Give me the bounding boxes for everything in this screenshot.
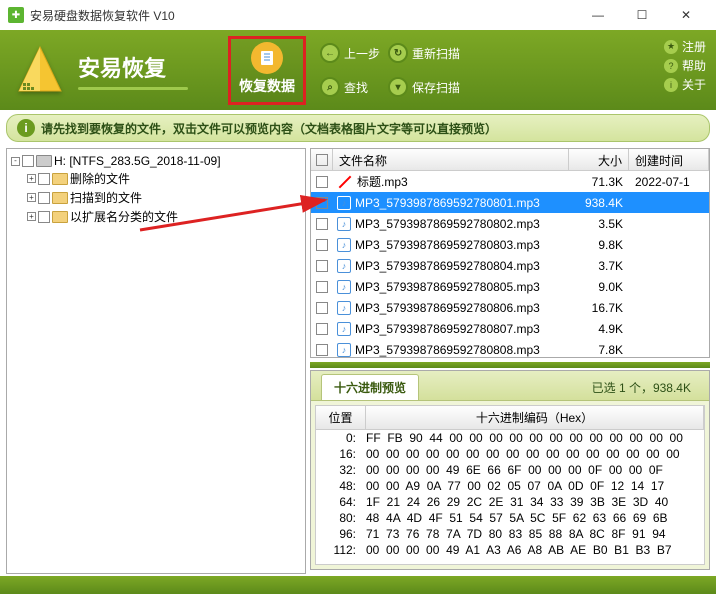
window-title: 安易硬盘数据恢复软件 V10 bbox=[30, 7, 576, 24]
music-icon: ♪ bbox=[337, 322, 351, 336]
rescan-button[interactable]: ↻重新扫描 bbox=[388, 43, 460, 63]
col-pos: 位置 bbox=[316, 406, 366, 429]
checkbox[interactable] bbox=[316, 197, 328, 209]
checkbox-all[interactable] bbox=[316, 154, 328, 166]
music-icon: ♪ bbox=[337, 343, 351, 357]
file-row[interactable]: ♪MP3_5793987869592780805.mp39.0K bbox=[311, 276, 709, 297]
file-row[interactable]: ♪MP3_5793987869592780806.mp316.7K bbox=[311, 297, 709, 318]
search-icon: ⌕ bbox=[320, 77, 340, 97]
brand: 安易恢复 bbox=[78, 51, 208, 90]
hex-row: 0:FF FB 90 44 00 00 00 00 00 00 00 00 00… bbox=[316, 430, 704, 446]
expand-icon[interactable]: + bbox=[27, 212, 36, 221]
col-date[interactable]: 创建时间 bbox=[629, 149, 709, 170]
checkbox[interactable] bbox=[316, 344, 328, 356]
expand-icon[interactable]: + bbox=[27, 174, 36, 183]
checkbox[interactable] bbox=[38, 173, 50, 185]
music-icon: ♪ bbox=[337, 217, 351, 231]
main-toolbar: 安易恢复 恢复数据 ←上一步 ⌕查找 ↻重新扫描 ▾保存扫描 ★注册 ?帮助 i… bbox=[0, 30, 716, 110]
info-icon: i bbox=[17, 119, 35, 137]
folder-icon bbox=[52, 192, 68, 204]
music-icon: ♪ bbox=[337, 196, 351, 210]
folder-icon bbox=[52, 173, 68, 185]
file-row[interactable]: ♪MP3_5793987869592780807.mp34.9K bbox=[311, 318, 709, 339]
drive-icon bbox=[36, 155, 52, 167]
file-row[interactable]: ♪MP3_5793987869592780802.mp33.5K bbox=[311, 213, 709, 234]
checkbox[interactable] bbox=[316, 302, 328, 314]
arrow-left-icon: ← bbox=[320, 43, 340, 63]
tab-hex[interactable]: 十六进制预览 bbox=[321, 374, 419, 400]
tree-root[interactable]: - H: [NTFS_283.5G_2018-11-09] bbox=[11, 153, 301, 169]
title-icon bbox=[339, 175, 352, 188]
help-icon: ? bbox=[664, 59, 678, 73]
checkbox[interactable] bbox=[316, 239, 328, 251]
collapse-icon[interactable]: - bbox=[11, 157, 20, 166]
star-icon: ★ bbox=[664, 40, 678, 54]
hex-row: 48:00 00 A9 0A 77 00 02 05 07 0A 0D 0F 1… bbox=[316, 478, 704, 494]
col-size[interactable]: 大小 bbox=[569, 149, 629, 170]
app-icon: ✚ bbox=[8, 7, 24, 23]
tree-scanned[interactable]: + 扫描到的文件 bbox=[11, 188, 301, 207]
save-scan-button[interactable]: ▾保存扫描 bbox=[388, 77, 460, 97]
checkbox[interactable] bbox=[38, 211, 50, 223]
checkbox[interactable] bbox=[316, 218, 328, 230]
preview-panel: 十六进制预览 已选 1 个，938.4K 位置 十六进制编码（Hex） 0:FF… bbox=[310, 370, 710, 570]
titlebar: ✚ 安易硬盘数据恢复软件 V10 — ☐ ✕ bbox=[0, 0, 716, 30]
save-icon: ▾ bbox=[388, 77, 408, 97]
music-icon: ♪ bbox=[337, 301, 351, 315]
bottom-bar bbox=[0, 576, 716, 594]
recover-button[interactable]: 恢复数据 bbox=[228, 36, 306, 105]
file-list: 文件名称 大小 创建时间 标题.mp371.3K2022-07-1♪MP3_57… bbox=[310, 148, 710, 358]
minimize-button[interactable]: — bbox=[576, 0, 620, 30]
tree-deleted[interactable]: + 删除的文件 bbox=[11, 169, 301, 188]
checkbox[interactable] bbox=[316, 176, 328, 188]
hex-row: 112:00 00 00 00 49 A1 A3 A6 A8 AB AE B0 … bbox=[316, 542, 704, 558]
maximize-button[interactable]: ☐ bbox=[620, 0, 664, 30]
music-icon: ♪ bbox=[337, 259, 351, 273]
about-button[interactable]: i关于 bbox=[664, 76, 706, 93]
hex-row: 80:48 4A 4D 4F 51 54 57 5A 5C 5F 62 63 6… bbox=[316, 510, 704, 526]
separator bbox=[310, 362, 710, 368]
col-hex: 十六进制编码（Hex） bbox=[366, 406, 704, 429]
expand-icon[interactable]: + bbox=[27, 193, 36, 202]
refresh-icon: ↻ bbox=[388, 43, 408, 63]
help-button[interactable]: ?帮助 bbox=[664, 57, 706, 74]
file-row[interactable]: 标题.mp371.3K2022-07-1 bbox=[311, 171, 709, 192]
prev-button[interactable]: ←上一步 bbox=[320, 43, 380, 63]
file-row[interactable]: ♪MP3_5793987869592780804.mp33.7K bbox=[311, 255, 709, 276]
file-row[interactable]: ♪MP3_5793987869592780808.mp37.8K bbox=[311, 339, 709, 358]
close-button[interactable]: ✕ bbox=[664, 0, 708, 30]
info-icon: i bbox=[664, 78, 678, 92]
music-icon: ♪ bbox=[337, 238, 351, 252]
col-name[interactable]: 文件名称 bbox=[333, 149, 569, 170]
checkbox[interactable] bbox=[38, 192, 50, 204]
hint-text: 请先找到要恢复的文件，双击文件可以预览内容（文档表格图片文字等可以直接预览） bbox=[41, 120, 497, 137]
file-row[interactable]: ♪MP3_5793987869592780803.mp39.8K bbox=[311, 234, 709, 255]
file-row[interactable]: ♪MP3_5793987869592780801.mp3938.4K bbox=[311, 192, 709, 213]
file-list-header: 文件名称 大小 创建时间 bbox=[311, 149, 709, 171]
tree-panel: - H: [NTFS_283.5G_2018-11-09] + 删除的文件 + … bbox=[6, 148, 306, 574]
hex-row: 64:1F 21 24 26 29 2C 2E 31 34 33 39 3B 3… bbox=[316, 494, 704, 510]
register-button[interactable]: ★注册 bbox=[664, 38, 706, 55]
hex-row: 96:71 73 76 78 7A 7D 80 83 85 88 8A 8C 8… bbox=[316, 526, 704, 542]
app-logo bbox=[10, 40, 70, 100]
find-button[interactable]: ⌕查找 bbox=[320, 77, 380, 97]
checkbox[interactable] bbox=[316, 281, 328, 293]
folder-icon bbox=[52, 211, 68, 223]
brand-name: 安易恢复 bbox=[78, 51, 208, 83]
selection-status: 已选 1 个，938.4K bbox=[584, 379, 699, 400]
brand-underline bbox=[78, 87, 188, 90]
checkbox[interactable] bbox=[316, 323, 328, 335]
checkbox[interactable] bbox=[22, 155, 34, 167]
hex-row: 32:00 00 00 00 49 6E 66 6F 00 00 00 0F 0… bbox=[316, 462, 704, 478]
recover-icon bbox=[251, 42, 283, 74]
checkbox[interactable] bbox=[316, 260, 328, 272]
music-icon: ♪ bbox=[337, 280, 351, 294]
tree-byext[interactable]: + 以扩展名分类的文件 bbox=[11, 207, 301, 226]
hex-row: 16:00 00 00 00 00 00 00 00 00 00 00 00 0… bbox=[316, 446, 704, 462]
hint-bar: i 请先找到要恢复的文件，双击文件可以预览内容（文档表格图片文字等可以直接预览） bbox=[6, 114, 710, 142]
